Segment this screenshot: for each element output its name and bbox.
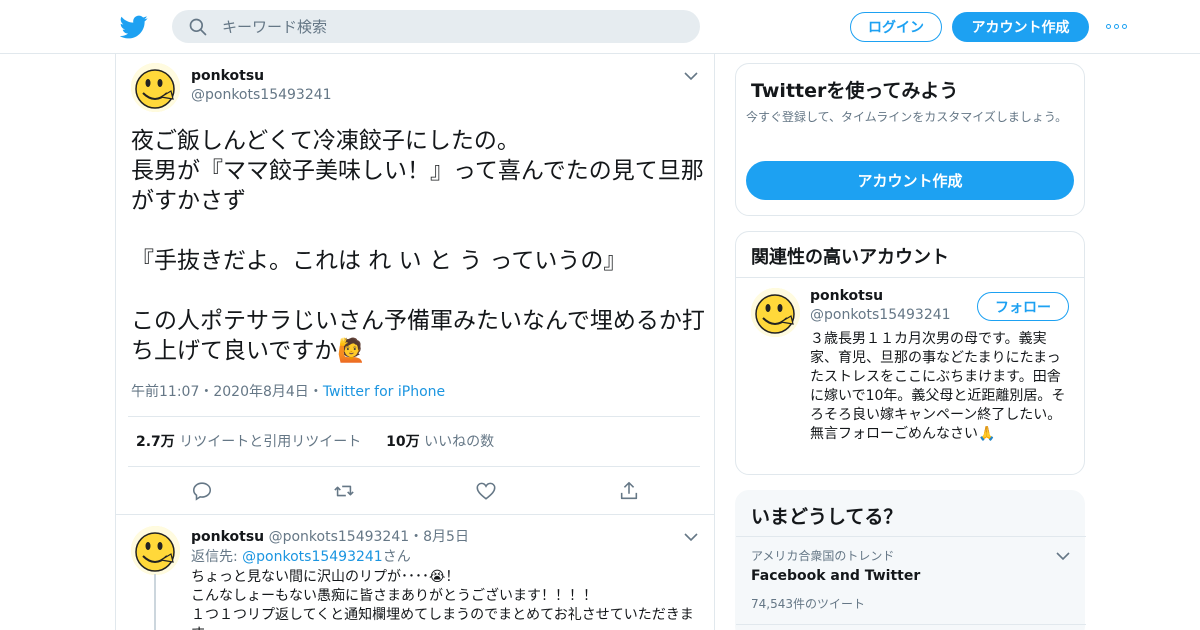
divider: [736, 624, 1086, 625]
reply-prefix: 返信先:: [191, 549, 243, 565]
divider: [736, 536, 1086, 537]
login-button[interactable]: ログイン: [850, 12, 942, 42]
smiley-avatar-icon: [751, 288, 800, 337]
search-icon: [189, 18, 207, 36]
twitter-bird-icon[interactable]: [120, 13, 148, 41]
divider: [116, 514, 714, 515]
signup-card-button[interactable]: アカウント作成: [746, 161, 1074, 200]
avatar[interactable]: [131, 526, 180, 575]
related-account-bio: ３歳長男１１カ月次男の母です。義実家、育児、旦那の事などたまりにたまったストレス…: [810, 331, 1066, 442]
divider: [736, 277, 1084, 278]
trend-item[interactable]: Facebook and Twitter: [751, 568, 920, 584]
trend-count: 74,543件のツイート: [751, 597, 865, 611]
reply-icon[interactable]: [191, 480, 213, 502]
tweet-meta: 午前11:07・2020年8月4日・Twitter for iPhone: [131, 384, 446, 400]
reply-suffix: さん: [382, 549, 411, 565]
related-account-name[interactable]: ponkotsu: [810, 288, 883, 304]
related-account-handle[interactable]: @ponkots15493241: [810, 307, 951, 323]
chevron-down-icon[interactable]: [684, 532, 698, 542]
top-header: ログイン アカウント作成: [0, 0, 1200, 54]
trend-location: アメリカ合衆国のトレンド: [751, 549, 895, 563]
reply-to-line: 返信先: @ponkots15493241さん: [191, 546, 411, 566]
trends-card: いまどうしてる？ アメリカ合衆国のトレンド Facebook and Twitt…: [735, 490, 1086, 630]
thread-line: [154, 574, 156, 630]
divider: [128, 466, 700, 467]
tweet-source-link[interactable]: Twitter for iPhone: [323, 384, 445, 400]
reply-to-link[interactable]: @ponkots15493241: [242, 549, 383, 565]
main-column: ponkotsu @ponkots15493241 夜ご飯しんどくて冷凍餃子にし…: [115, 54, 715, 630]
reply-author[interactable]: ponkotsu @ponkots15493241・8月5日: [191, 526, 469, 546]
like-count[interactable]: 10万: [386, 434, 419, 450]
retweet-count[interactable]: 2.7万: [136, 434, 175, 450]
more-options-icon[interactable]: [1106, 20, 1130, 32]
smiley-avatar-icon: [131, 63, 180, 112]
reply-handle-date[interactable]: @ponkots15493241・8月5日: [269, 529, 469, 545]
like-label[interactable]: いいねの数: [424, 434, 494, 450]
search-input[interactable]: [222, 10, 682, 43]
related-accounts-title: 関連性の高いアカウント: [751, 247, 949, 268]
retweet-icon[interactable]: [333, 480, 355, 502]
smiley-avatar-icon: [131, 526, 180, 575]
signup-card: Twitterを使ってみよう 今すぐ登録して、タイムラインをカスタマイズしましょ…: [735, 63, 1085, 216]
tweet-author-handle[interactable]: @ponkots15493241: [191, 87, 332, 103]
signup-button[interactable]: アカウント作成: [952, 12, 1089, 42]
signup-card-title: Twitterを使ってみよう: [751, 80, 959, 102]
tweet-author-name[interactable]: ponkotsu: [191, 68, 264, 84]
reply-author-name[interactable]: ponkotsu: [191, 529, 264, 545]
avatar[interactable]: [751, 288, 800, 337]
trends-title: いまどうしてる？: [751, 506, 903, 528]
tweet-date[interactable]: 2020年8月4日: [213, 384, 308, 400]
avatar[interactable]: [131, 63, 180, 112]
retweet-label[interactable]: リツイートと引用リツイート: [179, 434, 361, 450]
tweet-text: 夜ご飯しんどくて冷凍餃子にしたの。 長男が『ママ餃子美味しい！』って喜んでたの見…: [131, 128, 705, 364]
like-heart-icon[interactable]: [475, 480, 497, 502]
divider: [128, 416, 700, 417]
chevron-down-icon[interactable]: [684, 71, 698, 81]
signup-card-subtitle: 今すぐ登録して、タイムラインをカスタマイズしましょう。: [746, 110, 1068, 124]
search-bar[interactable]: [172, 10, 700, 43]
related-accounts-card: 関連性の高いアカウント ponkotsu @ponkots15493241 フォ…: [735, 231, 1085, 475]
reply-text: ちょっと見ない間に沢山のリプが････😭！ こんなしょーもない愚痴に皆さまありが…: [191, 569, 694, 630]
tweet-stats: 2.7万 リツイートと引用リツイート 10万 いいねの数: [136, 431, 494, 451]
chevron-down-icon[interactable]: [1056, 551, 1070, 561]
share-icon[interactable]: [618, 480, 640, 502]
tweet-actions: [191, 480, 641, 502]
tweet-time[interactable]: 午前11:07: [131, 384, 199, 400]
follow-button[interactable]: フォロー: [977, 292, 1069, 321]
